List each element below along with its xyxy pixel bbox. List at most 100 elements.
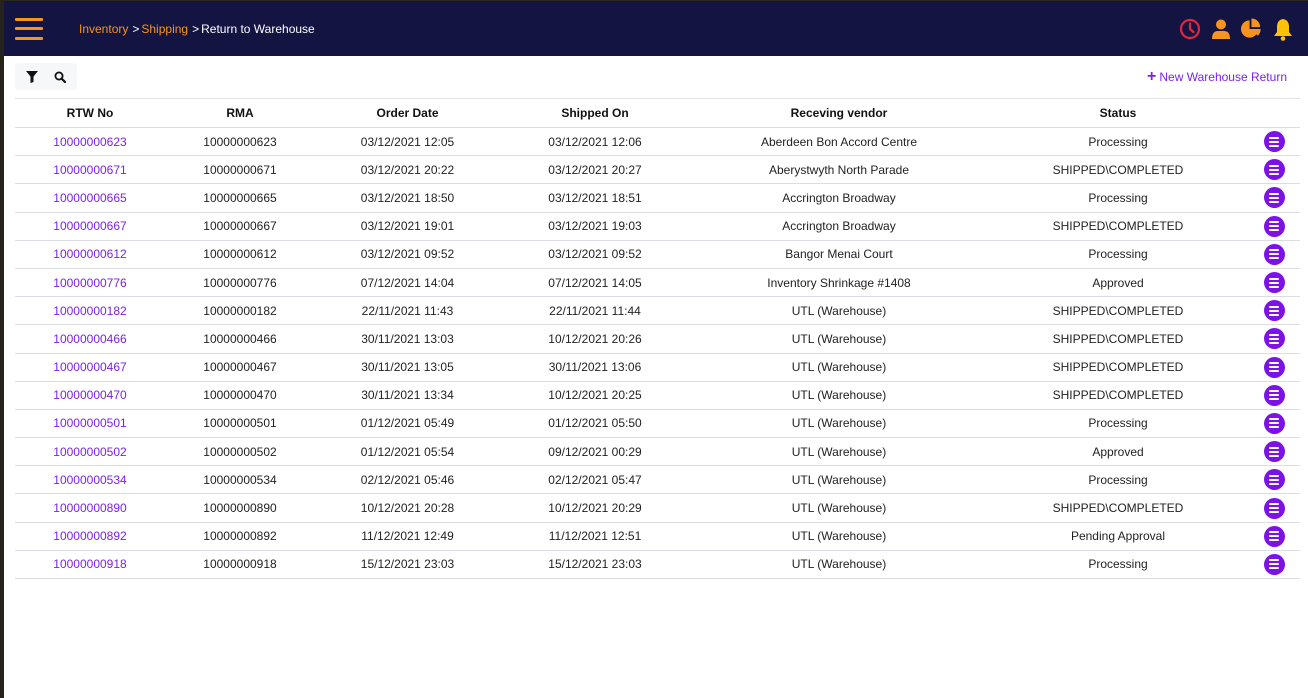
- column-header-rma[interactable]: RMA: [165, 98, 315, 128]
- row-actions-cell: [1248, 324, 1300, 354]
- status-cell: Approved: [988, 268, 1248, 298]
- row-menu-icon[interactable]: [1263, 328, 1285, 350]
- rtw-no-link[interactable]: 10000000470: [15, 381, 165, 410]
- order-date-cell: 03/12/2021 19:01: [315, 212, 500, 241]
- status-cell: Processing: [988, 409, 1248, 439]
- vendor-cell: UTL (Warehouse): [690, 353, 988, 382]
- hamburger-menu-icon[interactable]: [15, 17, 43, 40]
- breadcrumb-current-page: Return to Warehouse: [201, 21, 315, 36]
- rtw-no-link[interactable]: 10000000667: [15, 212, 165, 241]
- rtw-no-link[interactable]: 10000000892: [15, 522, 165, 551]
- table-row: 10000000502 10000000502 01/12/2021 05:54 09…: [15, 437, 1300, 467]
- new-warehouse-return-button[interactable]: + New Warehouse Return: [1147, 68, 1287, 85]
- column-header-rtw-no[interactable]: RTW No: [15, 98, 165, 128]
- rtw-no-link[interactable]: 10000000182: [15, 296, 165, 326]
- rtw-no-link[interactable]: 10000000918: [15, 550, 165, 580]
- rtw-no-link[interactable]: 10000000534: [15, 465, 165, 495]
- rtw-no-link[interactable]: 10000000890: [15, 493, 165, 523]
- column-header-status[interactable]: Status: [988, 98, 1248, 128]
- rtw-no-link[interactable]: 10000000501: [15, 409, 165, 439]
- status-cell: Processing: [988, 240, 1248, 269]
- shipped-on-cell: 10/12/2021 20:25: [500, 381, 690, 410]
- shipped-on-cell: 09/12/2021 00:29: [500, 437, 690, 467]
- row-menu-icon[interactable]: [1263, 131, 1285, 153]
- order-date-cell: 30/11/2021 13:05: [315, 353, 500, 382]
- column-header-order-date[interactable]: Order Date: [315, 98, 500, 128]
- rtw-no-link[interactable]: 10000000776: [15, 268, 165, 298]
- rma-cell: 10000000667: [165, 212, 315, 241]
- row-actions-cell: [1248, 240, 1300, 269]
- row-actions-cell: [1248, 353, 1300, 382]
- row-menu-icon[interactable]: [1263, 441, 1285, 463]
- order-date-cell: 03/12/2021 09:52: [315, 240, 500, 269]
- rtw-no-link[interactable]: 10000000671: [15, 155, 165, 185]
- rtw-no-link[interactable]: 10000000665: [15, 183, 165, 213]
- rma-cell: 10000000623: [165, 127, 315, 157]
- row-menu-icon[interactable]: [1263, 272, 1285, 294]
- row-menu-icon[interactable]: [1263, 412, 1285, 434]
- status-cell: SHIPPED\COMPLETED: [988, 296, 1248, 326]
- filter-icon[interactable]: [25, 70, 39, 84]
- shipped-on-cell: 22/11/2021 11:44: [500, 296, 690, 326]
- vendor-cell: UTL (Warehouse): [690, 522, 988, 551]
- breadcrumb-separator: >: [132, 21, 140, 36]
- row-menu-icon[interactable]: [1263, 215, 1285, 237]
- vendor-cell: Bangor Menai Court: [690, 240, 988, 269]
- order-date-cell: 30/11/2021 13:03: [315, 324, 500, 354]
- rma-cell: 10000000501: [165, 409, 315, 439]
- row-actions-cell: [1248, 381, 1300, 410]
- order-date-cell: 03/12/2021 20:22: [315, 155, 500, 185]
- search-icon[interactable]: [53, 70, 67, 84]
- row-actions-cell: [1248, 212, 1300, 241]
- clock-icon[interactable]: [1178, 17, 1201, 40]
- table-row: 10000000665 10000000665 03/12/2021 18:50 03…: [15, 183, 1300, 213]
- row-menu-icon[interactable]: [1263, 243, 1285, 265]
- breadcrumb-separator: >: [192, 21, 200, 36]
- rma-cell: 10000000665: [165, 183, 315, 213]
- row-menu-icon[interactable]: [1263, 159, 1285, 181]
- column-header-actions: [1248, 98, 1300, 128]
- rtw-no-link[interactable]: 10000000466: [15, 324, 165, 354]
- bell-icon[interactable]: [1271, 17, 1294, 41]
- table-row: 10000000470 10000000470 30/11/2021 13:34 10…: [15, 381, 1300, 410]
- rtw-no-link[interactable]: 10000000612: [15, 240, 165, 269]
- vendor-cell: UTL (Warehouse): [690, 381, 988, 410]
- rma-cell: 10000000182: [165, 296, 315, 326]
- pie-chart-icon[interactable]: [1240, 17, 1263, 40]
- rtw-no-link[interactable]: 10000000467: [15, 353, 165, 382]
- row-menu-icon[interactable]: [1263, 525, 1285, 547]
- status-cell: Processing: [988, 127, 1248, 157]
- row-menu-icon[interactable]: [1263, 356, 1285, 378]
- table-header-row: RTW No RMA Order Date Shipped On Recevin…: [15, 98, 1300, 128]
- rtw-no-link[interactable]: 10000000502: [15, 437, 165, 467]
- status-cell: SHIPPED\COMPLETED: [988, 324, 1248, 354]
- order-date-cell: 02/12/2021 05:46: [315, 465, 500, 495]
- row-actions-cell: [1248, 183, 1300, 213]
- toolbar: + New Warehouse Return: [4, 56, 1308, 98]
- order-date-cell: 03/12/2021 18:50: [315, 183, 500, 213]
- status-cell: Processing: [988, 550, 1248, 580]
- row-menu-icon[interactable]: [1263, 187, 1285, 209]
- row-menu-icon[interactable]: [1263, 497, 1285, 519]
- rma-cell: 10000000466: [165, 324, 315, 354]
- column-header-shipped-on[interactable]: Shipped On: [500, 98, 690, 128]
- status-cell: Pending Approval: [988, 522, 1248, 551]
- shipped-on-cell: 01/12/2021 05:50: [500, 409, 690, 439]
- breadcrumb-inventory[interactable]: Inventory: [79, 22, 128, 36]
- row-menu-icon[interactable]: [1263, 469, 1285, 491]
- vendor-cell: UTL (Warehouse): [690, 493, 988, 523]
- column-header-receiving-vendor[interactable]: Receving vendor: [690, 98, 988, 128]
- rtw-no-link[interactable]: 10000000623: [15, 127, 165, 157]
- row-menu-icon[interactable]: [1263, 384, 1285, 406]
- row-menu-icon[interactable]: [1263, 553, 1285, 575]
- shipped-on-cell: 03/12/2021 20:27: [500, 155, 690, 185]
- row-menu-icon[interactable]: [1263, 300, 1285, 322]
- user-icon[interactable]: [1209, 17, 1232, 40]
- plus-icon: +: [1147, 68, 1157, 85]
- breadcrumb-shipping[interactable]: Shipping: [141, 22, 188, 36]
- order-date-cell: 07/12/2021 14:04: [315, 268, 500, 298]
- vendor-cell: Accrington Broadway: [690, 212, 988, 241]
- shipped-on-cell: 11/12/2021 12:51: [500, 522, 690, 551]
- table-row: 10000000182 10000000182 22/11/2021 11:43 22…: [15, 296, 1300, 326]
- table-row: 10000000890 10000000890 10/12/2021 20:28 10…: [15, 493, 1300, 523]
